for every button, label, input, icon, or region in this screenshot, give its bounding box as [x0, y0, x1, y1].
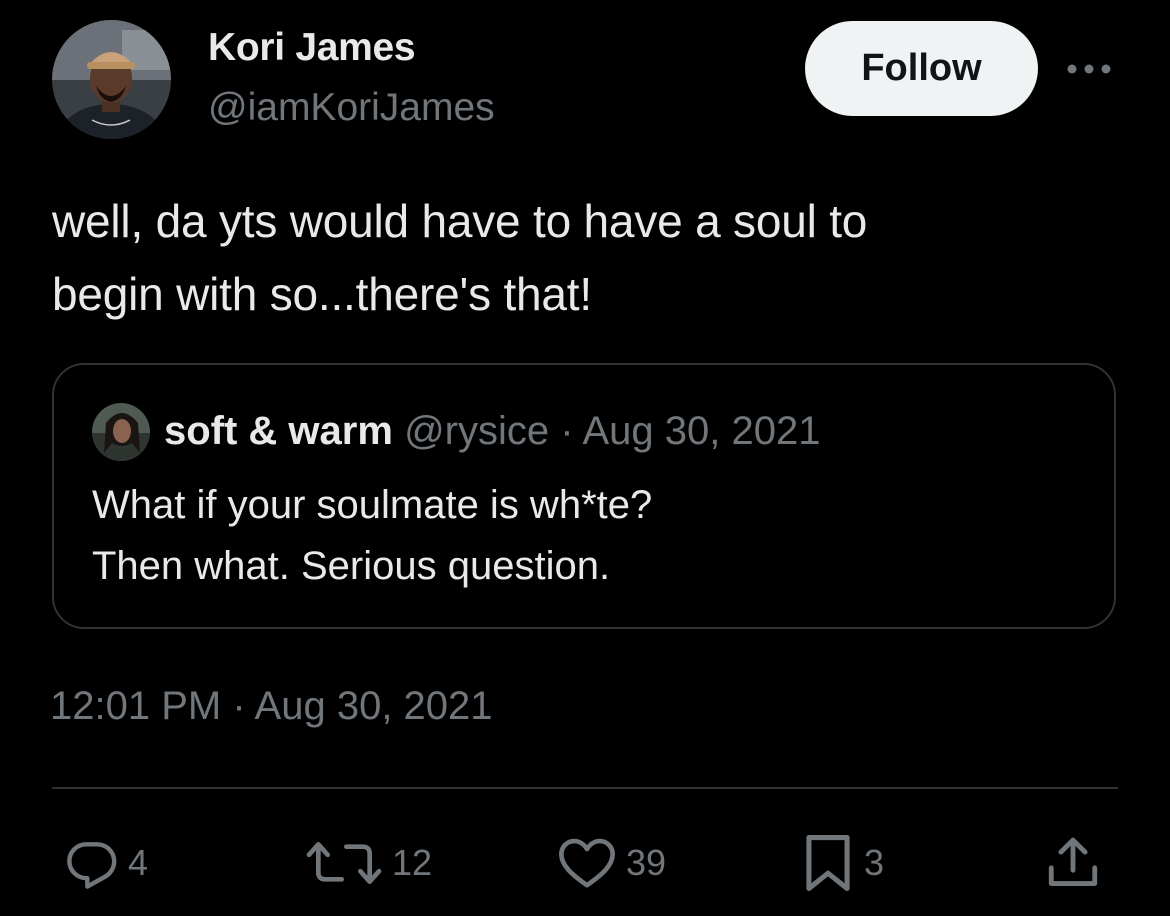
reply-count: 4 [128, 842, 149, 883]
more-options-button[interactable] [1064, 52, 1114, 86]
like-count: 39 [626, 842, 667, 883]
author-handle[interactable]: @iamKoriJames [208, 86, 495, 130]
tweet-detail: Kori James @iamKoriJames Follow well, da… [0, 0, 1170, 916]
tweet-text-line: begin with so...there's that! [52, 268, 592, 320]
tweet-text-line: well, da yts would have to have a soul t… [52, 195, 868, 247]
bookmark-icon [806, 835, 850, 891]
repost-button[interactable]: 12 [304, 832, 432, 894]
quoted-separator: · [560, 409, 574, 453]
tweet-text: well, da yts would have to have a soul t… [52, 185, 1122, 331]
tweet-timestamp[interactable]: 12:01 PM · Aug 30, 2021 [50, 684, 493, 729]
quoted-author-avatar[interactable] [92, 403, 150, 461]
quoted-tweet-card[interactable]: soft & warm @rysice · Aug 30, 2021 What … [52, 363, 1116, 629]
more-horizontal-icon [1067, 64, 1111, 74]
reply-icon [67, 842, 117, 889]
quoted-author-name[interactable]: soft & warm [164, 409, 393, 453]
repost-count: 12 [392, 842, 433, 883]
follow-button[interactable]: Follow [805, 21, 1038, 116]
reply-button[interactable]: 4 [64, 832, 148, 894]
quoted-date[interactable]: Aug 30, 2021 [582, 409, 820, 453]
divider [52, 787, 1118, 789]
quoted-tweet-header: soft & warm @rysice · Aug 30, 2021 [164, 405, 820, 457]
share-button[interactable] [1044, 832, 1102, 894]
profile-photo [92, 403, 150, 461]
author-avatar[interactable] [52, 20, 171, 139]
author-display-name[interactable]: Kori James [208, 26, 416, 70]
quoted-text-line: What if your soulmate is wh*te? [92, 483, 653, 527]
like-button[interactable]: 39 [556, 832, 666, 894]
quoted-tweet-text: What if your soulmate is wh*te? Then wha… [92, 475, 652, 597]
quoted-author-handle[interactable]: @rysice [404, 409, 549, 453]
repost-icon [306, 842, 382, 884]
bookmark-count: 3 [864, 842, 885, 883]
profile-photo [52, 20, 171, 139]
share-icon [1048, 837, 1098, 886]
bookmark-button[interactable]: 3 [800, 832, 884, 894]
quoted-text-line: Then what. Serious question. [92, 544, 611, 588]
heart-icon [558, 838, 615, 888]
